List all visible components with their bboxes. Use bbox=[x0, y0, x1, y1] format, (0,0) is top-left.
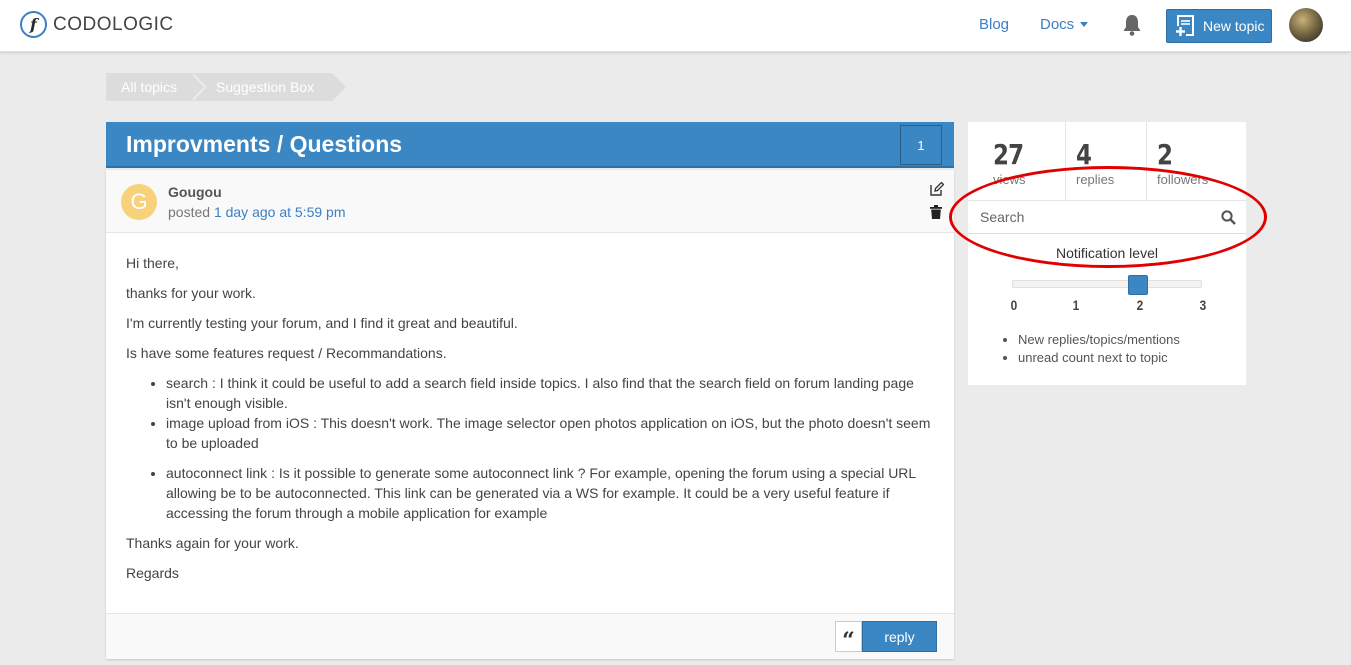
breadcrumb-suggestion-box[interactable]: Suggestion Box bbox=[190, 73, 346, 101]
logo[interactable]: f CODOLOGIC bbox=[20, 11, 174, 38]
stat-followers-count: 2 bbox=[1157, 138, 1173, 171]
post-content: Hi there, thanks for your work. I'm curr… bbox=[126, 253, 938, 593]
quote-button[interactable]: “ bbox=[835, 621, 862, 654]
topic-search bbox=[968, 200, 1246, 234]
slider-tick-1: 1 bbox=[1072, 297, 1080, 313]
stat-followers: 2 followers bbox=[1147, 122, 1246, 200]
nav-docs-label: Docs bbox=[1040, 16, 1075, 33]
notification-description-list: New replies/topics/mentions unread count… bbox=[1018, 331, 1180, 367]
list-item: unread count next to topic bbox=[1018, 349, 1180, 367]
slider-tick-0: 0 bbox=[1010, 297, 1018, 313]
post-paragraph: I'm currently testing your forum, and I … bbox=[126, 315, 518, 331]
edit-icon[interactable] bbox=[930, 182, 944, 196]
stat-followers-label: followers bbox=[1157, 172, 1209, 187]
new-topic-icon bbox=[1175, 15, 1194, 37]
reply-button[interactable]: reply bbox=[862, 621, 937, 652]
post: G Gougou posted 1 day ago at 5:59 pm Hi … bbox=[106, 170, 954, 659]
stat-views-label: views bbox=[993, 172, 1026, 187]
post-paragraph: Hi there, bbox=[126, 255, 179, 271]
stat-replies-count: 4 bbox=[1076, 138, 1092, 171]
post-posted-label: posted bbox=[168, 204, 211, 220]
post-author-avatar[interactable]: G bbox=[121, 184, 157, 220]
stat-views: 27 views bbox=[968, 122, 1066, 200]
bell-icon[interactable] bbox=[1121, 13, 1143, 37]
nav-blog-link[interactable]: Blog bbox=[979, 16, 1009, 33]
new-topic-button[interactable]: New topic bbox=[1166, 9, 1272, 43]
notification-slider-track[interactable] bbox=[1012, 280, 1202, 288]
stat-replies-label: replies bbox=[1076, 172, 1115, 187]
nav-docs-dropdown[interactable]: Docs bbox=[1040, 16, 1089, 33]
trash-icon[interactable] bbox=[930, 205, 942, 219]
post-meta: posted 1 day ago at 5:59 pm bbox=[168, 204, 345, 220]
topic-post-count: 1 bbox=[900, 125, 942, 165]
post-time-link[interactable]: 1 day ago at 5:59 pm bbox=[214, 204, 346, 220]
notification-slider-handle[interactable] bbox=[1128, 275, 1148, 295]
caret-down-icon bbox=[1080, 22, 1089, 27]
logo-text: CODOLOGIC bbox=[53, 13, 174, 35]
slider-tick-3: 3 bbox=[1199, 297, 1207, 313]
post-paragraph: Thanks again for your work. bbox=[126, 535, 299, 551]
slider-tick-2: 2 bbox=[1136, 297, 1144, 313]
post-footer: “ reply bbox=[106, 613, 954, 659]
notification-level-label: Notification level bbox=[1056, 245, 1158, 261]
list-item: image upload from iOS : This doesn't wor… bbox=[166, 413, 938, 453]
post-header: G Gougou posted 1 day ago at 5:59 pm bbox=[106, 170, 954, 233]
logo-icon: f bbox=[20, 11, 47, 38]
stat-views-count: 27 bbox=[993, 138, 1024, 171]
new-topic-label: New topic bbox=[1203, 18, 1265, 34]
post-author-name[interactable]: Gougou bbox=[168, 184, 222, 200]
post-paragraph: thanks for your work. bbox=[126, 285, 256, 301]
topic-header: Improvments / Questions 1 bbox=[106, 122, 954, 168]
post-feature-list: search : I think it could be useful to a… bbox=[166, 373, 938, 523]
post-paragraph: Regards bbox=[126, 565, 179, 581]
list-item: search : I think it could be useful to a… bbox=[166, 373, 938, 413]
breadcrumb: All topics Suggestion Box bbox=[106, 73, 346, 101]
topic-stats: 27 views 4 replies 2 followers bbox=[968, 122, 1246, 200]
list-item: autoconnect link : Is it possible to gen… bbox=[166, 463, 938, 523]
breadcrumb-all-topics[interactable]: All topics bbox=[106, 73, 207, 101]
stat-replies: 4 replies bbox=[1066, 122, 1147, 200]
list-item: New replies/topics/mentions bbox=[1018, 331, 1180, 349]
topic-title: Improvments / Questions bbox=[126, 131, 403, 157]
topic-sidebar: 27 views 4 replies 2 followers Notificat… bbox=[968, 122, 1246, 385]
top-navbar: f CODOLOGIC Blog Docs New topic bbox=[0, 0, 1351, 52]
user-avatar[interactable] bbox=[1289, 8, 1323, 42]
search-icon[interactable] bbox=[1221, 210, 1236, 225]
search-input[interactable] bbox=[968, 201, 1218, 233]
post-paragraph: Is have some features request / Recomman… bbox=[126, 345, 447, 361]
